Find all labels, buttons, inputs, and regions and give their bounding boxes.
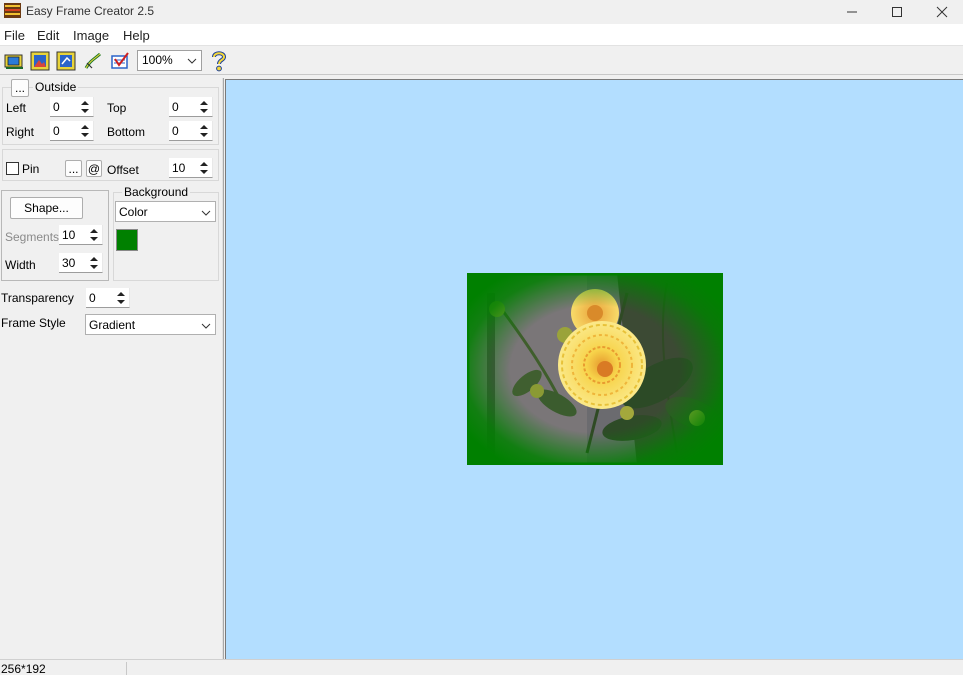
shape-button[interactable]: Shape...: [10, 197, 83, 219]
background-color-swatch[interactable]: [116, 229, 138, 251]
spinner-arrows-icon[interactable]: [115, 289, 127, 307]
menu-bar: File Edit Image Help: [0, 24, 963, 46]
framed-image-preview: [467, 273, 723, 465]
menu-image[interactable]: Image: [73, 28, 109, 43]
pin-options-label: ...: [68, 161, 79, 176]
shape-button-label: Shape...: [24, 201, 69, 215]
width-label: Width: [5, 258, 36, 272]
top-value: 0: [172, 100, 179, 114]
status-bar: 256*192: [0, 659, 963, 675]
background-type-value: Color: [119, 205, 148, 219]
top-spinner[interactable]: 0: [169, 97, 213, 117]
spinner-arrows-icon[interactable]: [198, 98, 210, 116]
pin-at-label: @: [87, 161, 101, 176]
width-value: 30: [62, 256, 76, 270]
canvas-area[interactable]: [225, 79, 963, 659]
outside-options-button[interactable]: ...: [11, 79, 29, 97]
spinner-arrows-icon[interactable]: [198, 159, 210, 177]
chevron-down-icon: [201, 207, 211, 221]
pin-options-button[interactable]: ...: [65, 160, 82, 177]
segments-value: 10: [62, 228, 76, 242]
spinner-arrows-icon[interactable]: [88, 254, 100, 272]
zoom-value: 100%: [142, 53, 173, 67]
background-type-select[interactable]: Color: [115, 201, 216, 222]
status-divider: [126, 662, 127, 675]
transparency-label: Transparency: [1, 291, 74, 305]
right-value: 0: [53, 124, 60, 138]
help-icon[interactable]: [208, 50, 230, 72]
right-label: Right: [6, 125, 35, 139]
segments-spinner[interactable]: 10: [59, 225, 103, 245]
width-spinner[interactable]: 30: [59, 253, 103, 273]
bottom-spinner[interactable]: 0: [169, 121, 213, 141]
left-value: 0: [53, 100, 60, 114]
offset-value: 10: [172, 161, 186, 175]
frame-image-icon[interactable]: [29, 50, 51, 72]
bottom-value: 0: [172, 124, 179, 138]
maximize-button[interactable]: [874, 0, 920, 24]
top-label: Top: [107, 101, 127, 115]
title-bar: Easy Frame Creator 2.5: [0, 0, 963, 24]
save-image-icon[interactable]: [55, 50, 77, 72]
menu-file[interactable]: File: [4, 28, 25, 43]
transparency-spinner[interactable]: 0: [86, 288, 130, 308]
draw-icon[interactable]: [82, 50, 104, 72]
segments-label: Segments: [5, 230, 60, 244]
window-title: Easy Frame Creator 2.5: [26, 4, 155, 18]
pin-checkbox[interactable]: [6, 162, 19, 175]
spinner-arrows-icon[interactable]: [198, 122, 210, 140]
zoom-select[interactable]: 100%: [137, 50, 202, 71]
background-label: Background: [122, 185, 191, 199]
pin-label: Pin: [22, 162, 40, 176]
open-image-icon[interactable]: [3, 50, 25, 72]
toolbar: 100%: [0, 47, 963, 75]
pin-at-button[interactable]: @: [86, 160, 102, 177]
chevron-down-icon: [187, 55, 197, 69]
spinner-arrows-icon[interactable]: [88, 226, 100, 244]
right-spinner[interactable]: 0: [50, 121, 94, 141]
outside-options-label: ...: [14, 81, 25, 95]
bottom-label: Bottom: [107, 125, 146, 139]
settings-check-icon[interactable]: [109, 50, 131, 72]
menu-edit[interactable]: Edit: [37, 28, 59, 43]
settings-panel: ... Outside Left 0 Top 0 Right 0 Bottom …: [0, 78, 222, 659]
transparency-value: 0: [89, 291, 96, 305]
panel-splitter[interactable]: [222, 78, 224, 659]
frame-style-value: Gradient: [89, 318, 136, 332]
outside-label: Outside: [33, 80, 79, 94]
left-spinner[interactable]: 0: [50, 97, 94, 117]
image-size-status: 256*192: [1, 662, 46, 675]
menu-help[interactable]: Help: [123, 28, 150, 43]
chevron-down-icon: [201, 320, 211, 334]
offset-spinner[interactable]: 10: [169, 158, 213, 178]
spinner-arrows-icon[interactable]: [79, 122, 91, 140]
left-label: Left: [6, 101, 27, 115]
offset-label: Offset: [107, 163, 139, 177]
close-button[interactable]: [919, 0, 963, 24]
app-logo-icon: [4, 3, 21, 18]
minimize-button[interactable]: [829, 0, 875, 24]
frame-style-select[interactable]: Gradient: [85, 314, 216, 335]
frame-style-label: Frame Style: [1, 316, 66, 330]
spinner-arrows-icon[interactable]: [79, 98, 91, 116]
